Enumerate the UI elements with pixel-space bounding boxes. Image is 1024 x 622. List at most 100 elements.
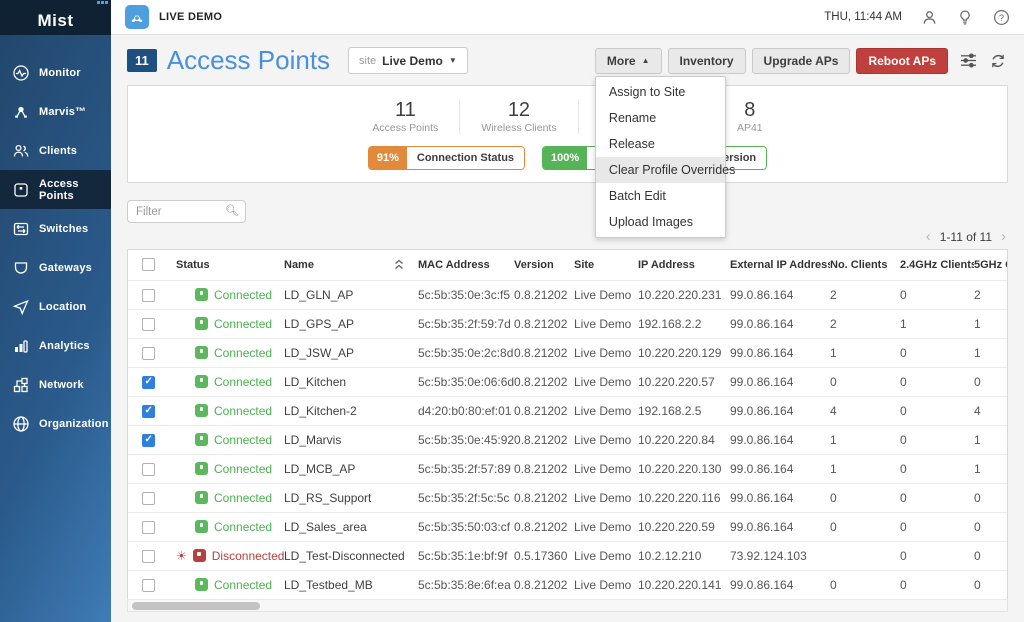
sidebar-item-gateways[interactable]: Gateways	[0, 248, 111, 287]
menu-item-batch-edit[interactable]: Batch Edit	[596, 183, 725, 209]
table-row-ld-gln-ap[interactable]: ConnectedLD_GLN_AP5c:5b:35:0e:3c:f50.8.2…	[128, 280, 1008, 309]
row-checkbox[interactable]	[142, 434, 155, 447]
ap-name[interactable]: LD_Sales_area	[284, 512, 418, 541]
reboot-aps-button[interactable]: Reboot APs	[856, 48, 948, 74]
user-icon[interactable]	[920, 8, 938, 26]
analytics-icon	[12, 337, 30, 355]
sidebar-item-label: Gateways	[39, 262, 92, 274]
horizontal-scrollbar-thumb[interactable]	[132, 602, 260, 610]
row-checkbox[interactable]	[142, 289, 155, 302]
ap-24ghz-clients: 0	[900, 367, 974, 396]
status-text: Connected	[214, 288, 272, 302]
row-checkbox[interactable]	[142, 318, 155, 331]
ap-mac: 5c:5b:35:0e:06:6d	[418, 367, 514, 396]
menu-item-clear-profile-overrides[interactable]: Clear Profile Overrides	[596, 157, 725, 183]
row-checkbox[interactable]	[142, 550, 155, 563]
ap-status-icon	[195, 288, 208, 301]
ap-name[interactable]: LD_Testbed_MB	[284, 570, 418, 599]
sidebar-item-organization[interactable]: Organization	[0, 404, 111, 443]
ap-name[interactable]: LD_JSW_AP	[284, 338, 418, 367]
sidebar-item-network[interactable]: Network	[0, 365, 111, 404]
table-row-ld-sales-area[interactable]: ConnectedLD_Sales_area5c:5b:35:50:03:cf0…	[128, 512, 1008, 541]
menu-item-upload-images[interactable]: Upload Images	[596, 209, 725, 235]
menu-item-assign-to-site[interactable]: Assign to Site	[596, 79, 725, 105]
upgrade-aps-button[interactable]: Upgrade APs	[752, 48, 851, 74]
ap-version: 0.8.21202	[514, 570, 574, 599]
column-header-5ghz-clients[interactable]: 5GHz Clients	[974, 250, 1008, 280]
column-header-no-clients[interactable]: No. Clients	[830, 250, 900, 280]
ap-name[interactable]: LD_GLN_AP	[284, 280, 418, 309]
ap-external-ip: 99.0.86.164	[730, 367, 830, 396]
ap-ip: 10.220.220.84	[638, 425, 730, 454]
menu-item-release[interactable]: Release	[596, 131, 725, 157]
row-checkbox[interactable]	[142, 463, 155, 476]
row-checkbox[interactable]	[142, 376, 155, 389]
ap-name[interactable]: LD_RS_Support	[284, 483, 418, 512]
badge-connection-status[interactable]: 91%Connection Status	[368, 146, 525, 170]
sidebar-item-marvis[interactable]: Marvis™	[0, 92, 111, 131]
table-row-ld-gps-ap[interactable]: ConnectedLD_GPS_AP5c:5b:35:2f:59:7d0.8.2…	[128, 309, 1008, 338]
column-header-2-4ghz-clients[interactable]: 2.4GHz Clients	[900, 250, 974, 280]
ap-5ghz-clients: 1	[974, 309, 1008, 338]
column-settings-icon[interactable]	[958, 51, 978, 71]
table-row-ld-kitchen-2[interactable]: ConnectedLD_Kitchen-2d4:20:b0:80:ef:010.…	[128, 396, 1008, 425]
lightbulb-icon[interactable]	[956, 8, 974, 26]
ap-name[interactable]: LD_GPS_AP	[284, 309, 418, 338]
sidebar-item-switches[interactable]: Switches	[0, 209, 111, 248]
ap-clients: 0	[830, 570, 900, 599]
table-row-ld-test-disconnected[interactable]: ☀DisconnectedLD_Test-Disconnected5c:5b:3…	[128, 541, 1008, 570]
column-header-version[interactable]: Version	[514, 250, 574, 280]
column-header-mac-address[interactable]: MAC Address	[418, 250, 514, 280]
ap-24ghz-clients: 0	[900, 425, 974, 454]
sidebar-item-access-points[interactable]: Access Points	[0, 170, 111, 209]
main-content: 11 Access Points site Live Demo ▼ More ▲…	[111, 36, 1024, 622]
site-selector[interactable]: site Live Demo ▼	[348, 47, 468, 74]
row-checkbox[interactable]	[142, 492, 155, 505]
column-header-site[interactable]: Site	[574, 250, 638, 280]
column-header-external-ip-address[interactable]: External IP Address	[730, 250, 830, 280]
pagination-prev-icon[interactable]: ‹	[926, 231, 931, 243]
pagination-next-icon[interactable]: ›	[1001, 231, 1006, 243]
sidebar: Mist MonitorMarvis™ClientsAccess PointsS…	[0, 0, 111, 622]
org-switcher[interactable]: LIVE DEMO	[125, 5, 222, 29]
horizontal-scrollbar[interactable]	[127, 599, 1008, 612]
row-checkbox[interactable]	[142, 521, 155, 534]
ap-status-icon	[195, 491, 208, 504]
sidebar-item-monitor[interactable]: Monitor	[0, 53, 111, 92]
ap-name[interactable]: LD_MCB_AP	[284, 454, 418, 483]
inventory-button[interactable]: Inventory	[668, 48, 746, 74]
sidebar-item-clients[interactable]: Clients	[0, 131, 111, 170]
column-header-name[interactable]: Name	[284, 250, 418, 280]
ap-name[interactable]: LD_Kitchen-2	[284, 396, 418, 425]
help-icon[interactable]: ?	[992, 8, 1010, 26]
row-checkbox[interactable]	[142, 579, 155, 592]
sidebar-item-analytics[interactable]: Analytics	[0, 326, 111, 365]
table-row-ld-rs-support[interactable]: ConnectedLD_RS_Support5c:5b:35:2f:5c:5c0…	[128, 483, 1008, 512]
ap-site: Live Demo	[574, 425, 638, 454]
table-row-ld-jsw-ap[interactable]: ConnectedLD_JSW_AP5c:5b:35:0e:2c:8d0.8.2…	[128, 338, 1008, 367]
status-text: Connected	[214, 578, 272, 592]
row-checkbox[interactable]	[142, 405, 155, 418]
clock-text: THU, 11:44 AM	[824, 11, 902, 23]
stat-value: 11	[372, 99, 438, 121]
table-row-ld-marvis[interactable]: ConnectedLD_Marvis5c:5b:35:0e:45:920.8.2…	[128, 425, 1008, 454]
ap-name[interactable]: LD_Marvis	[284, 425, 418, 454]
toolbar: More ▲ Assign to SiteRenameReleaseClear …	[595, 48, 1008, 74]
mist-logo[interactable]: Mist	[0, 0, 111, 35]
table-row-ld-testbed-mb[interactable]: ConnectedLD_Testbed_MB5c:5b:35:8e:6f:ea0…	[128, 570, 1008, 599]
sidebar-item-location[interactable]: Location	[0, 287, 111, 326]
ap-5ghz-clients: 1	[974, 425, 1008, 454]
row-checkbox[interactable]	[142, 347, 155, 360]
menu-item-rename[interactable]: Rename	[596, 105, 725, 131]
table-row-ld-kitchen[interactable]: ConnectedLD_Kitchen5c:5b:35:0e:06:6d0.8.…	[128, 367, 1008, 396]
ap-name[interactable]: LD_Kitchen	[284, 367, 418, 396]
column-header-ip-address[interactable]: IP Address	[638, 250, 730, 280]
column-header-status[interactable]: Status	[176, 250, 284, 280]
refresh-icon[interactable]	[988, 51, 1008, 71]
ap-ip: 10.220.220.130	[638, 454, 730, 483]
ap-name[interactable]: LD_Test-Disconnected	[284, 541, 418, 570]
more-button[interactable]: More ▲	[595, 48, 662, 74]
pagination-text: 1-11 of 11	[940, 230, 992, 244]
table-row-ld-mcb-ap[interactable]: ConnectedLD_MCB_AP5c:5b:35:2f:57:890.8.2…	[128, 454, 1008, 483]
select-all-checkbox[interactable]	[142, 258, 155, 271]
